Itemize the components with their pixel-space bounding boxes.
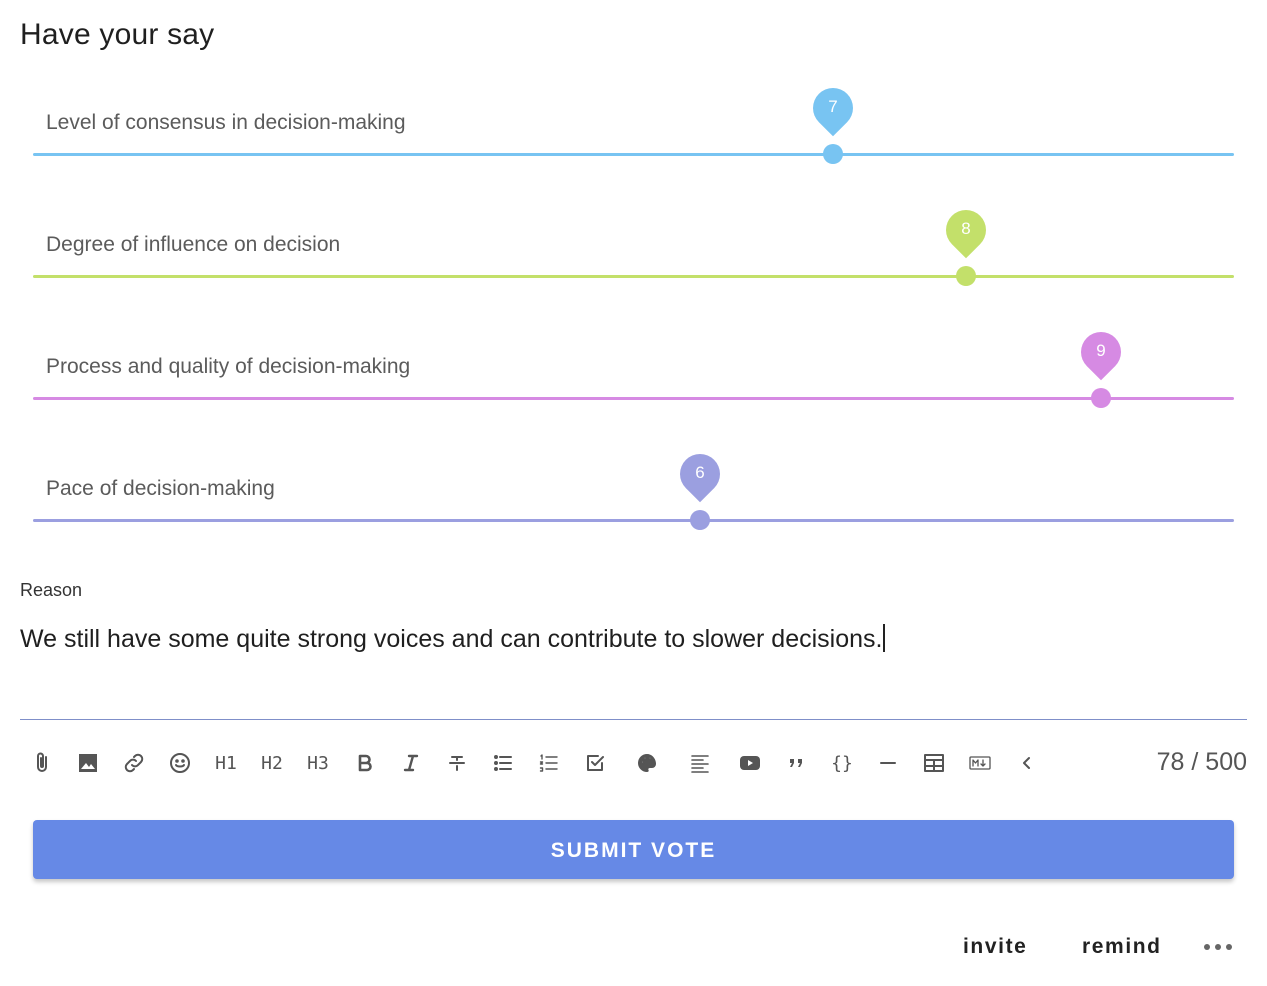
slider-pace[interactable]: Pace of decision-making 6	[33, 445, 1234, 597]
heading2-label: H2	[261, 752, 283, 774]
slider-label: Process and quality of decision-making	[46, 355, 411, 378]
image-icon[interactable]	[70, 745, 106, 781]
link-icon[interactable]	[116, 745, 152, 781]
table-icon[interactable]	[916, 745, 952, 781]
reason-text[interactable]: We still have some quite strong voices a…	[20, 625, 882, 653]
character-counter: 78 / 500	[1156, 748, 1247, 776]
heading1-label: H1	[215, 752, 237, 774]
text-caret	[883, 624, 886, 652]
slider-process-quality[interactable]: Process and quality of decision-making 9	[33, 323, 1234, 475]
markdown-icon[interactable]	[962, 745, 998, 781]
remind-button[interactable]: remind	[1082, 935, 1162, 959]
emoji-icon[interactable]	[162, 745, 198, 781]
horizontal-rule-icon[interactable]	[870, 745, 906, 781]
slider-thumb[interactable]	[1091, 388, 1111, 408]
slider-thumb[interactable]	[823, 144, 843, 164]
align-icon[interactable]	[682, 745, 718, 781]
reason-label: Reason	[20, 580, 83, 600]
slider-label: Pace of decision-making	[46, 477, 275, 500]
task-list-icon[interactable]	[577, 745, 613, 781]
slider-track[interactable]	[33, 275, 1234, 278]
code-icon: {}	[831, 752, 853, 774]
more-options-icon[interactable]	[1204, 944, 1232, 952]
slider-track[interactable]	[33, 519, 1234, 522]
bullet-list-icon[interactable]	[485, 745, 521, 781]
strikethrough-icon[interactable]	[439, 745, 475, 781]
heading1-button[interactable]: H1	[208, 745, 244, 781]
attach-icon[interactable]	[24, 745, 60, 781]
submit-vote-button[interactable]: SUBMIT VOTE	[33, 820, 1234, 879]
value-pin-label: 8	[961, 219, 971, 238]
palette-icon[interactable]	[629, 745, 665, 781]
editor-toolbar: H1 H2 H3 {}	[20, 745, 1050, 781]
value-pin-label: 9	[1096, 341, 1106, 360]
slider-track[interactable]	[33, 397, 1234, 400]
heading3-label: H3	[307, 752, 329, 774]
video-icon[interactable]	[732, 745, 768, 781]
slider-influence[interactable]: Degree of influence on decision 8	[33, 201, 1234, 353]
numbered-list-icon[interactable]	[531, 745, 567, 781]
slider-thumb[interactable]	[690, 510, 710, 530]
value-pin-label: 6	[695, 463, 705, 482]
value-pin-label: 7	[828, 97, 838, 116]
editor-underline	[20, 719, 1247, 720]
code-button[interactable]: {}	[824, 745, 860, 781]
heading3-button[interactable]: H3	[300, 745, 336, 781]
slider-thumb[interactable]	[956, 266, 976, 286]
reason-editor[interactable]: We still have some quite strong voices a…	[20, 624, 886, 654]
quote-icon[interactable]	[778, 745, 814, 781]
slider-label: Degree of influence on decision	[46, 233, 341, 256]
slider-label: Level of consensus in decision-making	[46, 111, 406, 134]
slider-consensus[interactable]: Level of consensus in decision-making 7	[33, 79, 1234, 231]
collapse-icon[interactable]	[1009, 745, 1045, 781]
italic-icon[interactable]	[393, 745, 429, 781]
heading2-button[interactable]: H2	[254, 745, 290, 781]
bold-icon[interactable]	[347, 745, 383, 781]
page-title: Have your say	[20, 18, 215, 51]
slider-track[interactable]	[33, 153, 1234, 156]
invite-button[interactable]: invite	[963, 935, 1027, 959]
